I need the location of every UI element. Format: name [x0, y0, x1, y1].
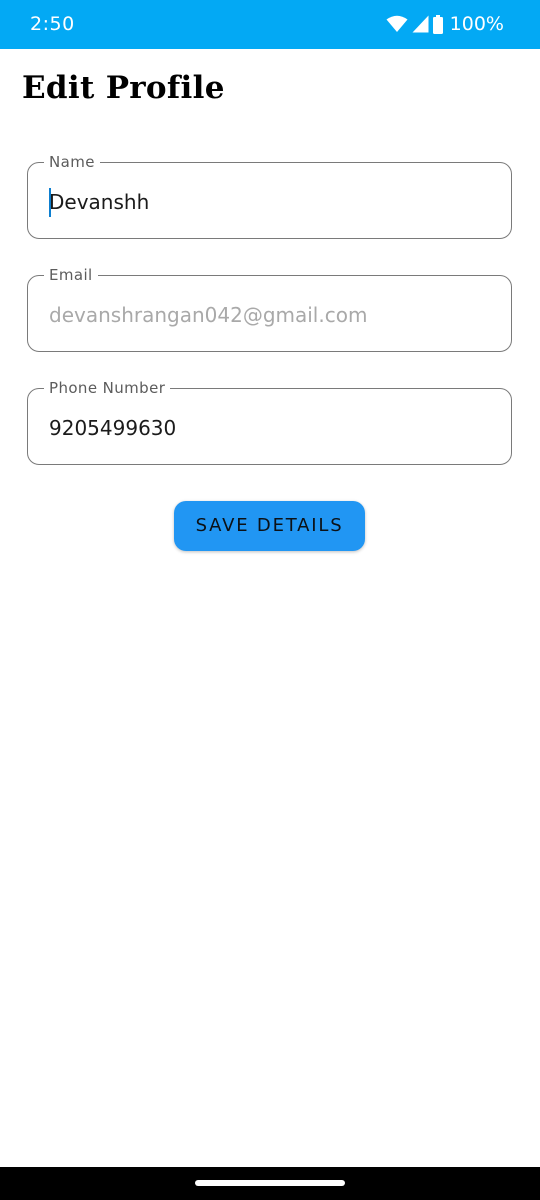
status-time: 2:50 — [30, 13, 75, 35]
name-input-value[interactable]: Devanshh — [49, 189, 149, 215]
name-field-label: Name — [44, 152, 100, 172]
page-title: Edit Profile — [22, 70, 225, 106]
name-field[interactable]: Name Devanshh — [27, 152, 512, 239]
home-handle[interactable] — [195, 1180, 345, 1186]
email-field[interactable]: Email devanshrangan042@gmail.com — [27, 265, 512, 352]
battery-icon — [432, 14, 443, 34]
save-details-button[interactable]: SAVE DETAILS — [174, 501, 365, 551]
navigation-bar — [0, 1167, 540, 1200]
phone-field-label: Phone Number — [44, 378, 171, 398]
phone-field[interactable]: Phone Number 9205499630 — [27, 378, 512, 465]
wifi-icon — [386, 15, 408, 33]
phone-input-value[interactable]: 9205499630 — [49, 415, 176, 441]
status-icons: 100% — [386, 12, 504, 36]
email-field-label: Email — [44, 265, 98, 285]
status-bar: 2:50 100% — [0, 0, 540, 49]
email-input-value[interactable]: devanshrangan042@gmail.com — [49, 302, 367, 328]
battery-percent: 100% — [449, 13, 504, 35]
cell-signal-icon — [412, 15, 429, 33]
